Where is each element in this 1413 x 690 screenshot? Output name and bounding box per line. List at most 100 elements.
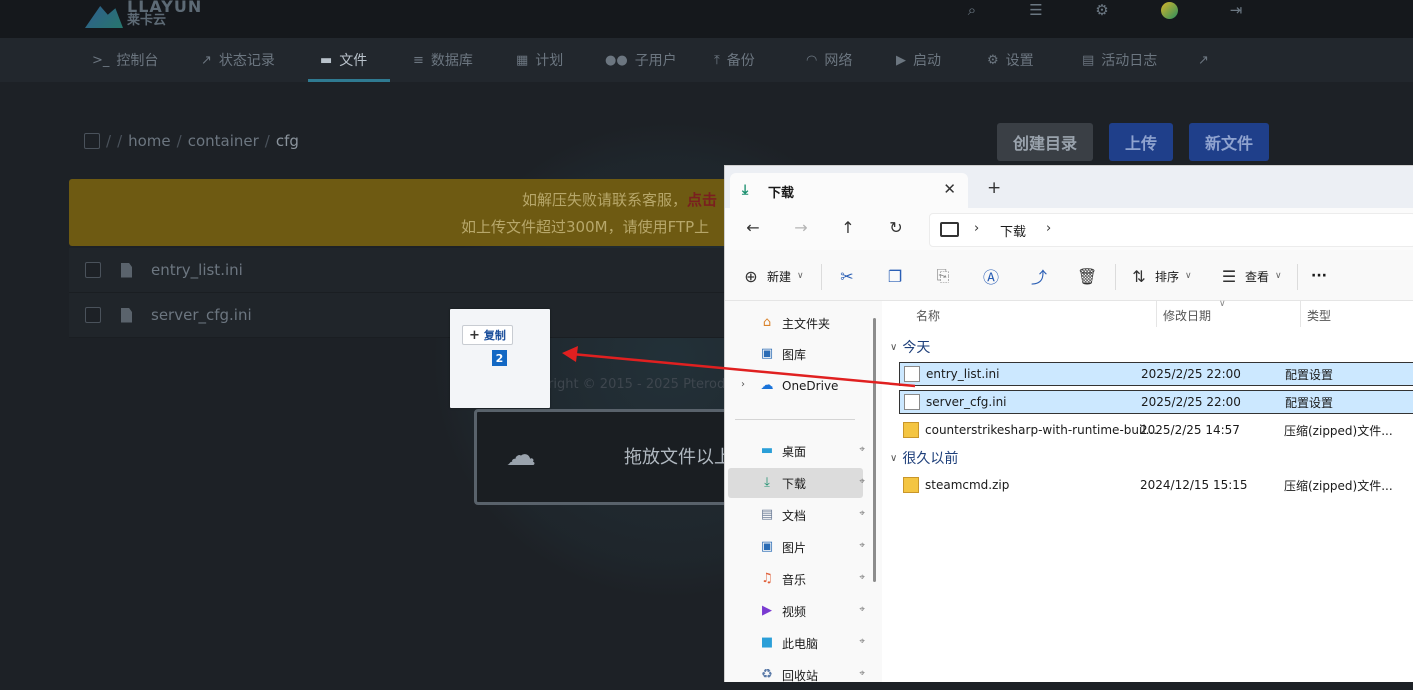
plus-icon: + xyxy=(469,327,480,343)
chevron-down-icon: ∨ xyxy=(1275,271,1282,281)
database-icon: ≡ xyxy=(413,52,424,68)
pin-icon[interactable]: ⌖ xyxy=(859,444,865,455)
up-icon[interactable]: ↑ xyxy=(838,218,858,238)
layers-icon[interactable]: ☰ xyxy=(1028,2,1044,18)
address-bar-row: ← → ↑ ↻ › 下载 › xyxy=(725,208,1413,250)
select-all-checkbox[interactable] xyxy=(84,133,100,149)
logo-text-top: LLAYUN xyxy=(127,0,203,16)
new-file-button[interactable]: 新文件 xyxy=(1189,123,1269,161)
pin-icon[interactable]: ⌖ xyxy=(859,604,865,615)
sidebar-item-documents[interactable]: ▤ 文档 ⌖ xyxy=(728,500,865,530)
file-checkbox[interactable] xyxy=(85,307,101,323)
search-icon[interactable]: ⌕ xyxy=(964,2,980,18)
column-header-name[interactable]: 名称 xyxy=(916,307,940,324)
pin-icon[interactable]: ⌖ xyxy=(859,540,865,551)
rename-button[interactable]: Ⓐ xyxy=(981,264,1001,288)
sidebar-item-music[interactable]: ♫ 音乐 ⌖ xyxy=(728,564,865,594)
chevron-right-icon[interactable]: › xyxy=(974,221,979,236)
file-row[interactable]: entry_list.ini xyxy=(69,248,769,293)
new-button[interactable]: ⊕ 新建 ∨ xyxy=(741,264,803,288)
address-bar[interactable]: › 下载 › xyxy=(929,213,1413,247)
file-checkbox[interactable] xyxy=(85,262,101,278)
delete-button[interactable]: 🗑 xyxy=(1077,264,1097,288)
external-link-icon[interactable]: ↗ xyxy=(1198,38,1209,82)
group-header-today[interactable]: ∨ 今天 xyxy=(890,337,930,357)
upload-button[interactable]: 上传 xyxy=(1109,123,1173,161)
close-icon[interactable]: ✕ xyxy=(943,180,956,198)
refresh-icon[interactable]: ↻ xyxy=(886,218,906,238)
nav-item-backups[interactable]: ⤒ 备份 xyxy=(714,38,755,82)
sidebar-item-gallery[interactable]: ▣ 图库 xyxy=(728,339,863,369)
nav-item-activity-stats[interactable]: ↗ 状态记录 xyxy=(201,38,275,82)
sidebar-scrollbar[interactable] xyxy=(873,318,876,582)
computer-icon: ■ xyxy=(760,635,774,650)
chevron-right-icon[interactable]: › xyxy=(1046,221,1051,236)
nav-item-startup[interactable]: ▶ 启动 xyxy=(896,38,941,82)
sidebar-item-desktop[interactable]: ▬ 桌面 ⌖ xyxy=(728,436,865,466)
list-item[interactable]: entry_list.ini 2025/2/25 22:00 配置设置 xyxy=(899,362,1413,386)
sidebar-item-home[interactable]: ⌂ 主文件夹 xyxy=(728,308,863,338)
copy-button[interactable]: ❐ xyxy=(885,264,905,288)
pin-icon[interactable]: ⌖ xyxy=(859,636,865,647)
logout-icon[interactable]: ⇥ xyxy=(1228,2,1244,18)
share-icon: ⤴ xyxy=(1030,268,1047,287)
view-button[interactable]: ☰ 查看 ∨ xyxy=(1219,264,1282,288)
nav-item-files[interactable]: ▬ 文件 xyxy=(320,38,367,82)
column-header-type[interactable]: 类型 xyxy=(1307,307,1331,324)
file-name[interactable]: server_cfg.ini xyxy=(151,306,252,324)
notice-link[interactable]: 点击 xyxy=(687,191,717,209)
chevron-right-icon[interactable]: › xyxy=(741,379,745,390)
cogs-icon[interactable]: ⚙ xyxy=(1094,2,1110,18)
forward-icon[interactable]: → xyxy=(791,218,811,238)
brand-logo[interactable]: LLAYUN 莱卡云 xyxy=(85,0,202,28)
sort-button[interactable]: ⇅ 排序 ∨ xyxy=(1129,264,1191,288)
tab-downloads[interactable]: ⤓ 下载 ✕ xyxy=(730,173,968,208)
cloud-upload-icon: ☁ xyxy=(506,438,536,473)
computer-icon xyxy=(940,222,959,237)
nav-item-settings[interactable]: ⚙ 设置 xyxy=(987,38,1034,82)
users-icon: ●● xyxy=(605,52,628,68)
drag-count-badge: 2 xyxy=(492,350,507,366)
nav-item-console[interactable]: >_ 控制台 xyxy=(92,38,158,82)
download-icon: ⤓ xyxy=(764,475,770,490)
notice-line-1: 如解压失败请联系客服，点击 xyxy=(522,191,718,209)
sidebar-item-pictures[interactable]: ▣ 图片 ⌖ xyxy=(728,532,865,562)
new-tab-icon[interactable]: + xyxy=(987,178,1001,198)
nav-item-subusers[interactable]: ●● 子用户 xyxy=(605,38,677,82)
breadcrumb-home[interactable]: home xyxy=(128,132,171,150)
address-segment-downloads[interactable]: 下载 xyxy=(1000,221,1026,240)
file-name[interactable]: entry_list.ini xyxy=(151,261,243,279)
breadcrumb-container[interactable]: container xyxy=(188,132,259,150)
sidebar-item-videos[interactable]: ▶ 视频 ⌖ xyxy=(728,596,865,626)
back-icon[interactable]: ← xyxy=(743,218,763,238)
nav-item-network[interactable]: ◠ 网络 xyxy=(806,38,852,82)
list-item[interactable]: server_cfg.ini 2025/2/25 22:00 配置设置 xyxy=(899,390,1413,414)
column-divider[interactable] xyxy=(1300,301,1301,327)
list-item[interactable]: counterstrikesharp-with-runtime-buil... … xyxy=(899,418,1413,442)
column-header-date[interactable]: 修改日期 xyxy=(1163,307,1211,324)
group-header-long-ago[interactable]: ∨ 很久以前 xyxy=(890,448,958,468)
picture-icon: ▣ xyxy=(760,539,774,554)
more-button[interactable]: ··· xyxy=(1311,264,1327,288)
share-button[interactable]: ⤴ xyxy=(1029,264,1049,288)
pin-icon[interactable]: ⌖ xyxy=(859,508,865,519)
paste-button[interactable]: ⎘ xyxy=(933,264,953,288)
scissors-icon: ✂ xyxy=(840,266,854,286)
cut-button[interactable]: ✂ xyxy=(837,264,857,288)
column-divider[interactable] xyxy=(1156,301,1157,327)
sidebar-item-recycle-bin[interactable]: ♻ 回收站 ⌖ xyxy=(728,660,865,690)
list-item[interactable]: steamcmd.zip 2024/12/15 15:15 压缩(zipped)… xyxy=(899,473,1413,497)
view-icon: ☰ xyxy=(1221,266,1237,286)
nav-item-schedules[interactable]: ▦ 计划 xyxy=(516,38,563,82)
pin-icon[interactable]: ⌖ xyxy=(859,668,865,679)
pin-icon[interactable]: ⌖ xyxy=(859,572,865,583)
pin-icon[interactable]: ⌖ xyxy=(859,476,865,487)
file-row[interactable]: server_cfg.ini xyxy=(69,293,769,338)
sidebar-item-onedrive[interactable]: › ☁ OneDrive xyxy=(728,371,863,401)
nav-item-databases[interactable]: ≡ 数据库 xyxy=(413,38,473,82)
sidebar-item-downloads[interactable]: ⤓ 下载 ⌖ xyxy=(728,468,865,498)
avatar-icon[interactable] xyxy=(1161,2,1178,19)
create-directory-button[interactable]: 创建目录 xyxy=(997,123,1093,161)
sidebar-item-this-pc[interactable]: ■ 此电脑 ⌖ xyxy=(728,628,865,658)
nav-item-activity-log[interactable]: ▤ 活动日志 xyxy=(1082,38,1157,82)
